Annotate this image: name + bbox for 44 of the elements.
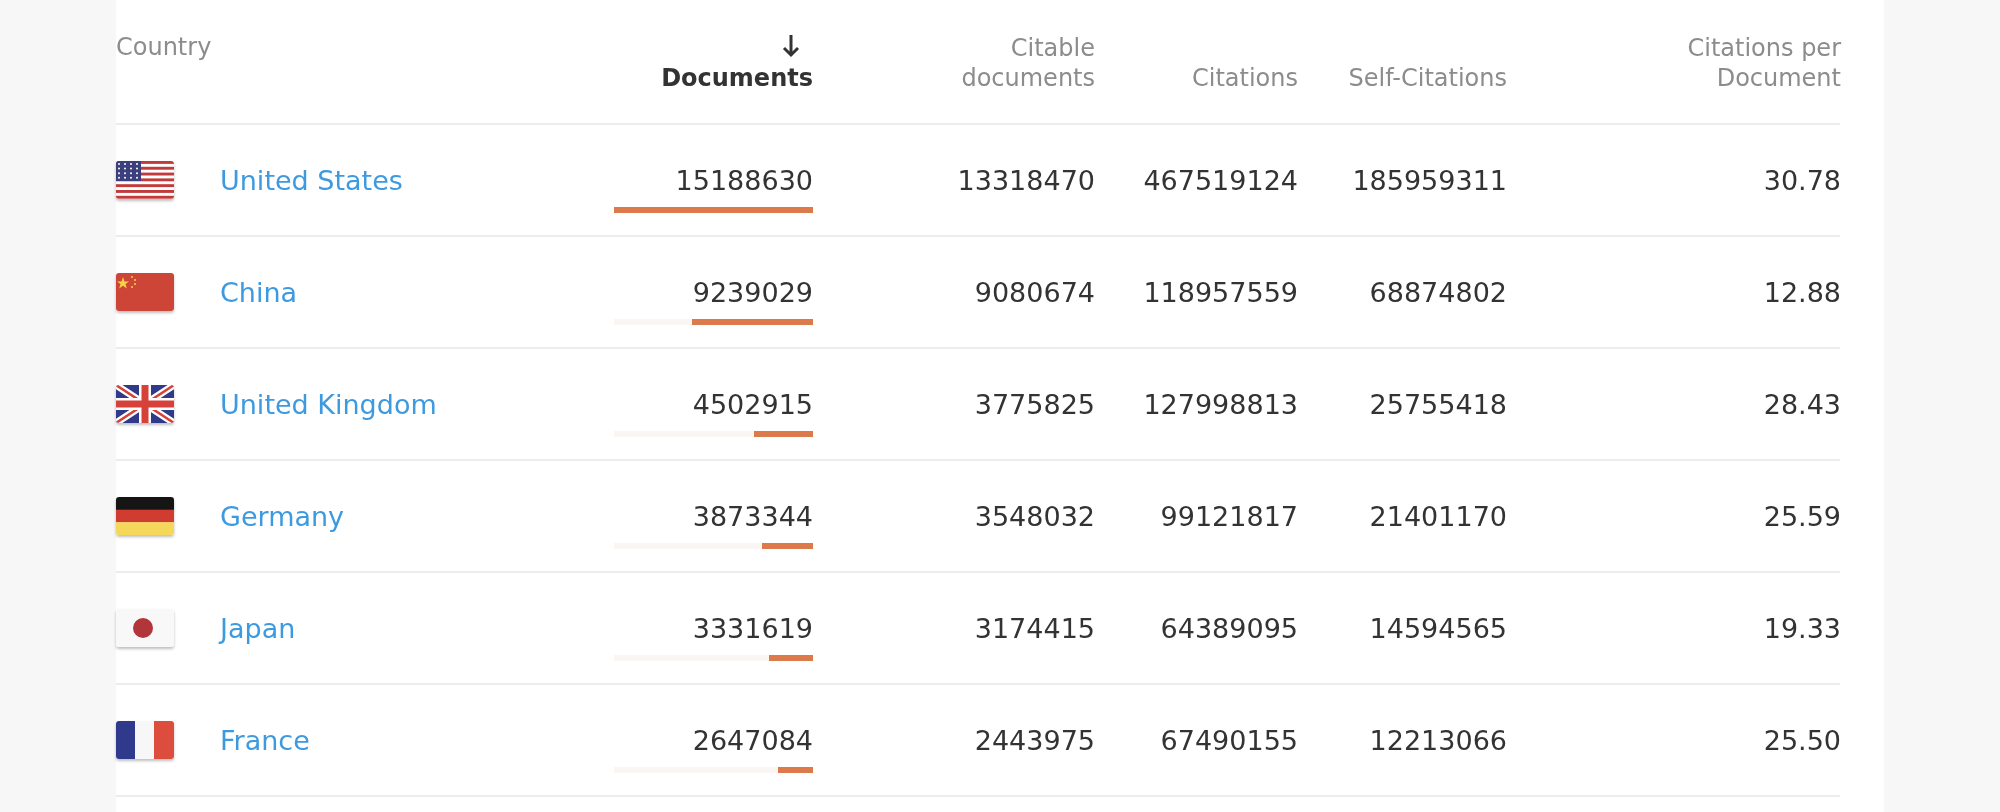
table-cell: 3775825 — [974, 388, 1095, 420]
column-header[interactable]: Citations per Document — [1641, 33, 1841, 93]
column-header[interactable]: Citations — [1191, 63, 1298, 93]
table-cell: 3331619 — [692, 612, 813, 644]
country-link[interactable]: Germany — [220, 500, 345, 532]
table-cell: 64389095 — [1160, 612, 1298, 644]
table-cell: 467519124 — [1143, 164, 1298, 196]
table-cell: 21401170 — [1369, 500, 1507, 532]
table-cell: 9239029 — [692, 276, 813, 308]
table-cell: 25.50 — [1763, 724, 1841, 756]
table-cell: 12213066 — [1369, 724, 1507, 756]
table-cell: 25755418 — [1369, 388, 1507, 420]
table-cell: 3174415 — [974, 612, 1095, 644]
table-cell: 12.88 — [1763, 276, 1841, 308]
column-header[interactable]: Documents — [661, 63, 813, 93]
table-cell: 28.43 — [1763, 388, 1841, 420]
country-link[interactable]: United Kingdom — [220, 388, 437, 420]
flag-icon — [116, 497, 174, 535]
table-cell: 67490155 — [1160, 724, 1298, 756]
country-link[interactable]: United States — [220, 164, 403, 196]
table-cell: 15188630 — [675, 164, 813, 196]
column-header[interactable]: Country — [116, 31, 212, 62]
table-cell: 2443975 — [974, 724, 1095, 756]
table-cell: 185959311 — [1352, 164, 1507, 196]
table-cell: 3548032 — [974, 500, 1095, 532]
column-header[interactable]: Self-Citations — [1348, 63, 1507, 93]
table-cell: 13318470 — [957, 164, 1095, 196]
table-cell: 68874802 — [1369, 276, 1507, 308]
table-cell: 3873344 — [692, 500, 813, 532]
column-header[interactable]: Citable documents — [895, 33, 1095, 93]
table-cell: 19.33 — [1763, 612, 1841, 644]
table-cell: 9080674 — [974, 276, 1095, 308]
table-cell: 99121817 — [1160, 500, 1298, 532]
country-link[interactable]: Japan — [220, 612, 296, 644]
table-cell: 118957559 — [1143, 276, 1298, 308]
table-cell: 30.78 — [1763, 164, 1841, 196]
table-cell: 2647084 — [692, 724, 813, 756]
table-cell: 127998813 — [1143, 388, 1298, 420]
table-cell: 14594565 — [1369, 612, 1507, 644]
country-link[interactable]: China — [220, 276, 298, 308]
flag-icon — [116, 273, 174, 311]
table-cell: 4502915 — [692, 388, 813, 420]
country-link[interactable]: France — [220, 724, 310, 756]
table-cell: 25.59 — [1763, 500, 1841, 532]
